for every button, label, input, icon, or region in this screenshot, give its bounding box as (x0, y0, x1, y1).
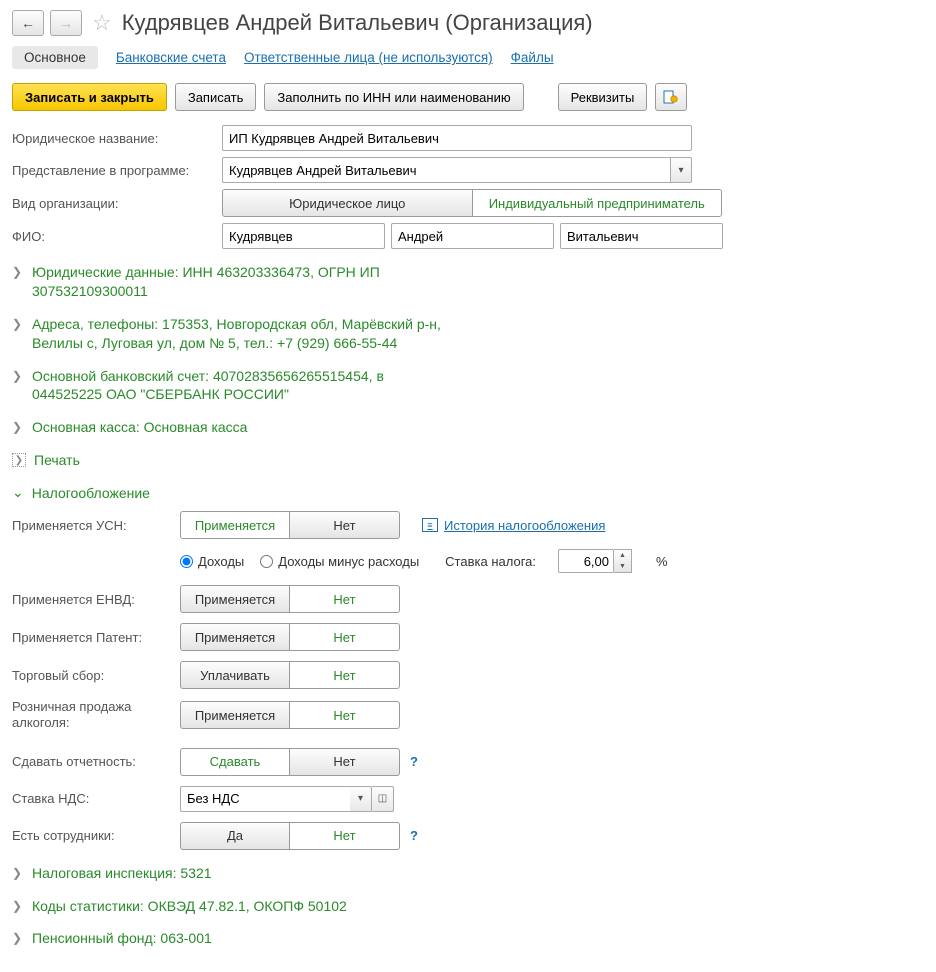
usn-label: Применяется УСН: (12, 518, 180, 533)
report-no-button[interactable]: Нет (290, 748, 400, 776)
percent-label: % (656, 554, 668, 569)
section-stat-codes[interactable]: ❯ Коды статистики: ОКВЭД 47.82.1, ОКОПФ … (12, 897, 924, 916)
patent-label: Применяется Патент: (12, 630, 180, 645)
org-type-legal-button[interactable]: Юридическое лицо (222, 189, 473, 217)
report-yes-button[interactable]: Сдавать (180, 748, 290, 776)
section-taxation-header[interactable]: ⌄ Налогообложение (12, 484, 924, 501)
report-help-icon[interactable]: ? (410, 754, 418, 769)
alcohol-label: Розничная продажа алкоголя: (12, 699, 180, 732)
trade-fee-label: Торговый сбор: (12, 668, 180, 683)
tab-responsible-persons[interactable]: Ответственные лица (не используются) (244, 50, 493, 65)
nds-label: Ставка НДС: (12, 791, 180, 806)
rate-input[interactable] (558, 549, 614, 573)
nav-forward-button[interactable]: → (50, 10, 82, 36)
employees-help-icon[interactable]: ? (410, 828, 418, 843)
patronymic-input[interactable] (560, 223, 723, 249)
legal-name-label: Юридическое название: (12, 131, 222, 146)
legal-name-input[interactable] (222, 125, 692, 151)
rate-label: Ставка налога: (445, 554, 536, 569)
section-addresses[interactable]: ❯ Адреса, телефоны: 175353, Новгородская… (12, 315, 924, 353)
envd-no-button[interactable]: Нет (290, 585, 400, 613)
nav-back-button[interactable]: ← (12, 10, 44, 36)
nds-open-button[interactable]: ◫ (372, 786, 394, 812)
patent-applied-button[interactable]: Применяется (180, 623, 290, 651)
envd-label: Применяется ЕНВД: (12, 592, 180, 607)
rate-spinner[interactable]: ▲ ▼ (614, 549, 632, 573)
requisites-button[interactable]: Реквизиты (558, 83, 648, 111)
display-name-dropdown-button[interactable]: ▾ (670, 157, 692, 183)
favorite-star-icon[interactable]: ☆ (92, 10, 112, 36)
trade-fee-pay-button[interactable]: Уплачивать (180, 661, 290, 689)
alcohol-applied-button[interactable]: Применяется (180, 701, 290, 729)
display-name-label: Представление в программе: (12, 163, 222, 178)
document-settings-icon (663, 90, 679, 104)
income-minus-radio[interactable]: Доходы минус расходы (260, 554, 419, 569)
save-button[interactable]: Записать (175, 83, 257, 111)
nds-dropdown-button[interactable]: ▾ (350, 786, 372, 812)
report-label: Сдавать отчетность: (12, 754, 180, 769)
section-pension-fund[interactable]: ❯ Пенсионный фонд: 063-001 (12, 929, 924, 948)
income-radio[interactable]: Доходы (180, 554, 244, 569)
tab-main[interactable]: Основное (12, 46, 98, 69)
trade-fee-no-button[interactable]: Нет (290, 661, 400, 689)
chevron-right-icon: ❯ (12, 317, 24, 331)
alcohol-no-button[interactable]: Нет (290, 701, 400, 729)
display-name-input[interactable] (222, 157, 670, 183)
usn-no-button[interactable]: Нет (290, 511, 400, 539)
spinner-down-icon[interactable]: ▼ (614, 561, 631, 572)
patent-no-button[interactable]: Нет (290, 623, 400, 651)
spinner-up-icon[interactable]: ▲ (614, 550, 631, 561)
first-name-input[interactable] (391, 223, 554, 249)
surname-input[interactable] (222, 223, 385, 249)
fio-label: ФИО: (12, 229, 222, 244)
chevron-down-icon: ⌄ (12, 484, 24, 501)
tab-files[interactable]: Файлы (511, 50, 554, 65)
org-type-label: Вид организации: (12, 196, 222, 211)
income-radio-input[interactable] (180, 555, 193, 568)
chevron-right-icon: ❯ (12, 931, 24, 945)
chevron-right-icon: ❯ (12, 265, 24, 279)
section-bank-account[interactable]: ❯ Основной банковский счет: 407028356562… (12, 367, 924, 405)
page-title: Кудрявцев Андрей Витальевич (Организация… (122, 10, 593, 36)
usn-applied-button[interactable]: Применяется (180, 511, 290, 539)
org-type-ip-button[interactable]: Индивидуальный предприниматель (473, 189, 723, 217)
nds-input[interactable] (180, 786, 350, 812)
chevron-right-icon: ❯ (12, 369, 24, 383)
chevron-right-icon: ❯ (12, 420, 24, 434)
chevron-right-icon: ❯ (12, 899, 24, 913)
section-tax-inspection[interactable]: ❯ Налоговая инспекция: 5321 (12, 864, 924, 883)
employees-no-button[interactable]: Нет (290, 822, 400, 850)
save-and-close-button[interactable]: Записать и закрыть (12, 83, 167, 111)
section-legal-data[interactable]: ❯ Юридические данные: ИНН 463203336473, … (12, 263, 924, 301)
taxation-history-link[interactable]: ≡ История налогообложения (422, 518, 605, 533)
tab-bank-accounts[interactable]: Банковские счета (116, 50, 226, 65)
employees-label: Есть сотрудники: (12, 828, 180, 843)
section-main-cash[interactable]: ❯ Основная касса: Основная касса (12, 418, 924, 437)
employees-yes-button[interactable]: Да (180, 822, 290, 850)
envd-applied-button[interactable]: Применяется (180, 585, 290, 613)
settings-icon-button[interactable] (655, 83, 687, 111)
table-icon: ≡ (422, 518, 438, 532)
fill-by-inn-button[interactable]: Заполнить по ИНН или наименованию (264, 83, 523, 111)
chevron-right-boxed-icon: ❯ (12, 453, 26, 467)
section-print[interactable]: ❯ Печать (12, 451, 924, 470)
income-minus-radio-input[interactable] (260, 555, 273, 568)
chevron-right-icon: ❯ (12, 866, 24, 880)
